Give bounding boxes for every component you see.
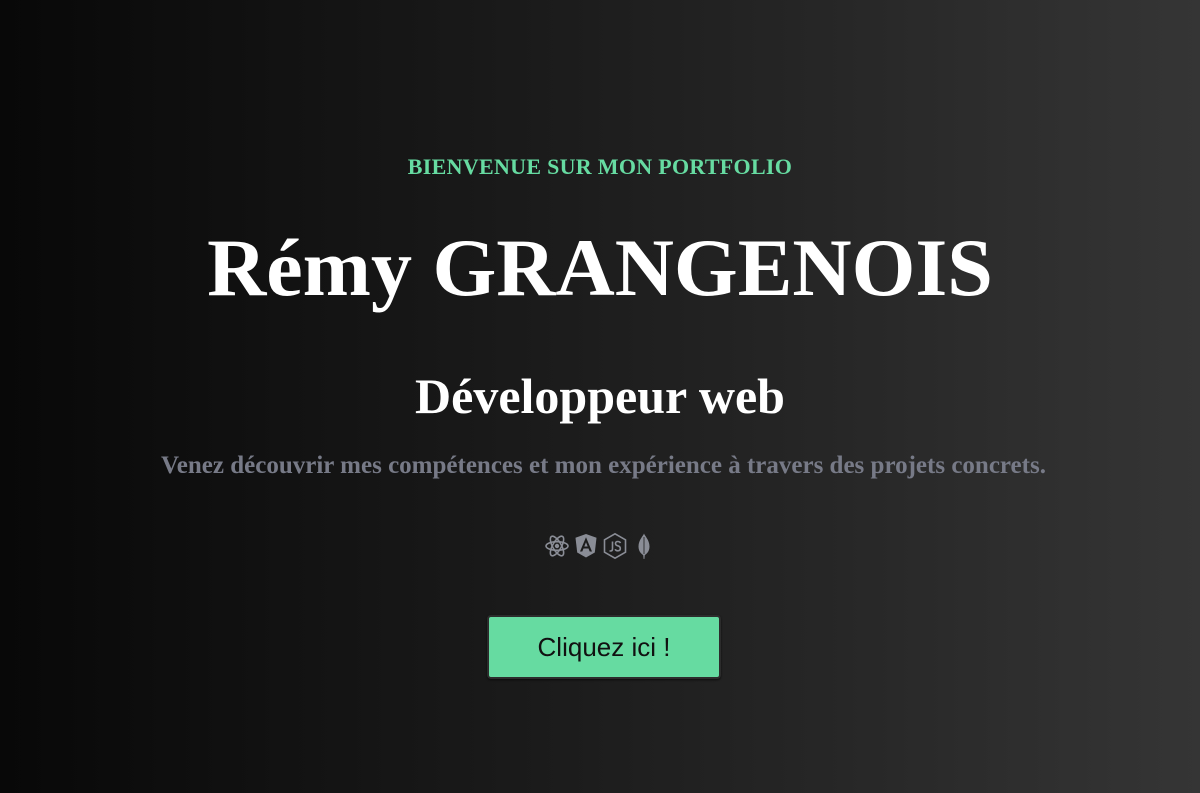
hero-description: Venez découvrir mes compétences et mon e… — [161, 452, 1046, 479]
page-title: Rémy GRANGENOIS — [207, 222, 993, 313]
angular-icon — [573, 532, 599, 560]
hero-section: BIENVENUE SUR MON PORTFOLIO Rémy GRANGEN… — [0, 0, 1200, 793]
nodejs-icon — [602, 532, 628, 560]
cta-button[interactable]: Cliquez ici ! — [487, 615, 721, 679]
react-icon — [544, 532, 570, 560]
welcome-tagline: BIENVENUE SUR MON PORTFOLIO — [407, 154, 793, 179]
tech-icons — [0, 532, 1200, 560]
job-title: Développeur web — [415, 368, 785, 424]
mongodb-icon — [631, 532, 657, 560]
